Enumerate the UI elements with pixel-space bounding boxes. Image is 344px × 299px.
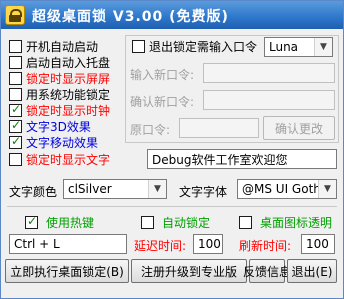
option-label: 用系统功能锁定 [26,87,111,102]
option-label: 启动自动入托盘 [26,55,111,70]
input-method-select[interactable]: Luna ▼ [264,37,333,57]
option-tray[interactable]: 启动自动入托盘 [9,54,110,70]
new-password-label: 输入新口令: [130,68,195,82]
show-text-checkbox[interactable] [9,152,22,166]
delay-time-input[interactable]: 100 [193,234,223,254]
old-password-field[interactable] [179,118,259,138]
icon-transparent-label: 桌面图标透明 [260,215,333,230]
register-button[interactable]: 注册升级到专业版 [131,259,247,283]
delay-time-label: 延迟时间: [134,239,187,253]
text-font-select[interactable]: @MS UI Gothi ▼ [237,179,337,199]
tray-checkbox[interactable] [9,55,22,69]
moving-text-checkbox[interactable] [9,134,22,149]
option-3d-text[interactable]: 文字3D效果 [9,118,91,134]
text-color-label: 文字颜色 [9,185,58,199]
option-label: 锁定时显示时钟 [26,103,111,118]
show-screen-checkbox[interactable] [9,71,22,85]
system-lock-checkbox[interactable] [9,87,22,101]
option-autostart[interactable]: 开机自动启动 [9,38,98,54]
refresh-time-input[interactable]: 100 [301,234,335,254]
show-clock-checkbox[interactable] [9,102,22,117]
title-bar[interactable]: 超级桌面锁 V3.00 (免费版) [1,1,343,29]
text-font-label: 文字字体 [179,185,228,199]
icon-transparent-checkbox[interactable] [239,215,252,229]
text-color-select[interactable]: clSilver ▼ [63,179,167,199]
refresh-time-label: 刷新时间: [239,239,292,253]
hotkey-input[interactable]: Ctrl + L [9,234,127,254]
option-show-clock[interactable]: 锁定时显示时钟 [9,102,110,118]
chevron-down-icon[interactable]: ▼ [148,180,166,198]
input-method-value: Luna [269,40,299,54]
option-icon-transparent[interactable]: 桌面图标透明 [239,214,332,230]
new-password-field[interactable] [203,63,335,83]
option-show-screen[interactable]: 锁定时显示屏屏 [9,70,110,86]
confirm-password-field[interactable] [203,90,335,110]
hotkey-label: 使用热键 [46,215,95,230]
confirm-password-label: 确认新口令: [130,95,195,109]
divider [7,206,337,207]
lock-icon [5,5,25,25]
confirm-change-button[interactable]: 确认更改 [263,116,335,140]
option-auto-lock[interactable]: 自动锁定 [141,214,210,230]
autostart-checkbox[interactable] [9,39,22,53]
exit-button[interactable]: 退出(E) [287,259,337,283]
option-system-lock[interactable]: 用系统功能锁定 [9,86,110,102]
chevron-down-icon[interactable]: ▼ [314,38,332,56]
text-font-value: @MS UI Gothi [242,182,325,196]
auto-lock-label: 自动锁定 [162,215,211,230]
window-title: 超级桌面锁 V3.00 (免费版) [32,9,229,25]
require-password-label: 退出锁定需输入口令 [149,39,258,54]
option-label: 锁定时显示屏屏 [26,71,111,86]
option-label: 文字移动效果 [26,135,99,150]
require-password-checkbox[interactable] [132,39,145,53]
lock-now-button[interactable]: 立即执行桌面锁定(B) [5,259,129,283]
desktop-lock-window: 超级桌面锁 V3.00 (免费版) 开机自动启动 启动自动入托盘 锁定时显示屏屏… [0,0,344,299]
option-label: 开机自动启动 [26,39,99,54]
hotkey-checkbox[interactable] [25,214,38,229]
text-color-value: clSilver [68,182,112,196]
old-password-label: 原口令: [130,123,171,137]
option-label: 文字3D效果 [26,119,91,134]
option-show-text[interactable]: 锁定时显示文字 [9,151,110,167]
option-require-password[interactable]: 退出锁定需输入口令 [132,38,257,54]
option-label: 锁定时显示文字 [26,152,111,167]
feedback-button[interactable]: 反馈信息 [243,259,291,283]
3d-text-checkbox[interactable] [9,118,22,133]
chevron-down-icon[interactable]: ▼ [318,180,336,198]
option-hotkey[interactable]: 使用热键 [25,214,94,230]
lock-text-input[interactable]: Debug软件工作室欢迎您 [147,149,337,169]
auto-lock-checkbox[interactable] [141,215,154,229]
option-moving-text[interactable]: 文字移动效果 [9,134,98,150]
